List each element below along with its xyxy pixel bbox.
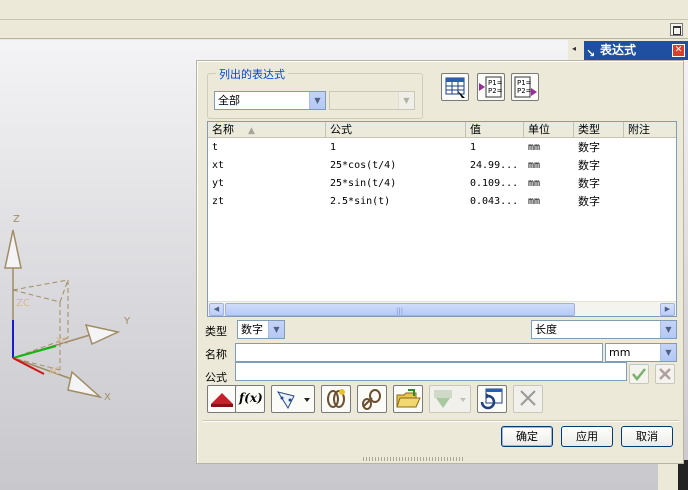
y-axis-arrowhead bbox=[84, 323, 121, 346]
spreadsheet-icon bbox=[445, 77, 465, 98]
column-header-unit[interactable]: 单位 bbox=[524, 122, 574, 137]
resize-grip[interactable] bbox=[363, 457, 463, 461]
formula-input[interactable] bbox=[235, 362, 627, 381]
x-axis-label: X bbox=[104, 392, 111, 403]
sort-ascending-icon: ▲ bbox=[248, 126, 255, 136]
checkmark-icon bbox=[632, 368, 646, 382]
chevron-down-icon: ▼ bbox=[398, 92, 414, 109]
svg-text:P2=: P2= bbox=[488, 87, 503, 95]
import-expressions-button[interactable]: P1= P2= bbox=[477, 73, 505, 101]
open-file-button[interactable] bbox=[393, 385, 423, 413]
scroll-grip-icon: ||| bbox=[396, 307, 404, 315]
create-link-button[interactable] bbox=[321, 385, 351, 413]
edit-link-button[interactable] bbox=[357, 385, 387, 413]
column-header-name[interactable]: 名称 ▲ bbox=[208, 122, 326, 137]
name-input[interactable] bbox=[235, 343, 603, 362]
table-row[interactable]: yt 25*sin(t/4) 0.109... mm 数字 bbox=[208, 175, 676, 193]
xc-axis-label: XC bbox=[48, 366, 61, 377]
expression-dialog: 列出的表达式 全部 ▼ ▼ P1= P2= P1= P2= 名称 ▲ 公式 值 … bbox=[196, 60, 684, 464]
column-header-value[interactable]: 值 bbox=[466, 122, 524, 137]
table-horizontal-scrollbar[interactable]: ◀ ||| ▶ bbox=[208, 301, 676, 316]
import-icon: P1= P2= bbox=[479, 76, 503, 98]
y-axis-label: Y bbox=[123, 316, 131, 327]
reject-x-icon bbox=[659, 368, 671, 380]
list-subfilter-select: ▼ bbox=[329, 91, 415, 110]
name-label: 名称 bbox=[205, 348, 227, 361]
table-header: 名称 ▲ 公式 值 单位 类型 附注 bbox=[208, 122, 676, 138]
dialog-separator bbox=[203, 420, 679, 422]
red-triangle-icon bbox=[211, 393, 233, 407]
chain-icon bbox=[362, 389, 381, 410]
type-select[interactable]: 数字 ▼ bbox=[237, 320, 285, 339]
unit-select-value: mm bbox=[609, 346, 631, 359]
type-label: 类型 bbox=[205, 325, 227, 338]
filter-icon bbox=[434, 390, 466, 408]
table-row[interactable]: zt 2.5*sin(t) 0.043... mm 数字 bbox=[208, 193, 676, 211]
list-filter-select[interactable]: 全部 ▼ bbox=[214, 91, 326, 110]
table-row[interactable]: t 1 1 mm 数字 bbox=[208, 139, 676, 157]
restore-window-button[interactable] bbox=[670, 23, 683, 36]
tab-expression-label: 表达式 bbox=[600, 43, 637, 57]
svg-text:P2=: P2= bbox=[517, 87, 532, 95]
column-header-formula[interactable]: 公式 bbox=[326, 122, 466, 137]
unit-select[interactable]: mm ▼ bbox=[605, 343, 677, 362]
svg-text:P1=: P1= bbox=[517, 79, 532, 87]
navigator-tabs: ◂ ↘ 表达式 ✕ bbox=[568, 40, 688, 60]
x-axis-arrowhead bbox=[67, 370, 103, 399]
menu-bar bbox=[0, 0, 688, 20]
yc-axis-label: YC bbox=[55, 336, 69, 347]
delete-x-icon bbox=[520, 390, 536, 406]
dimension-select[interactable]: 长度 ▼ bbox=[531, 320, 677, 339]
cancel-button[interactable]: 取消 bbox=[621, 426, 673, 447]
xc-axis-line bbox=[12, 357, 45, 375]
svg-text:P1=: P1= bbox=[488, 79, 503, 87]
toolbar-row bbox=[0, 21, 688, 39]
listed-expressions-group: 列出的表达式 全部 ▼ ▼ bbox=[207, 66, 423, 119]
expression-action-toolbar: f(x) bbox=[207, 385, 543, 415]
reject-formula-button[interactable] bbox=[655, 364, 675, 384]
tab-expression[interactable]: ↘ 表达式 ✕ bbox=[584, 41, 688, 60]
function-button[interactable]: f(x) bbox=[235, 385, 265, 413]
accept-formula-button[interactable] bbox=[629, 364, 649, 384]
refresh-expressions-button[interactable] bbox=[477, 385, 507, 413]
export-icon: P1= P2= bbox=[514, 76, 537, 98]
refresh-icon bbox=[480, 388, 503, 410]
expression-table[interactable]: 名称 ▲ 公式 值 单位 类型 附注 t 1 1 mm 数字 xt 25*cos(… bbox=[207, 121, 677, 317]
measure-icon bbox=[276, 391, 310, 410]
formula-label: 公式 bbox=[205, 371, 227, 384]
scroll-left-icon[interactable]: ◀ bbox=[209, 303, 224, 316]
column-header-type[interactable]: 类型 bbox=[574, 122, 624, 137]
z-axis-arrowhead bbox=[4, 229, 22, 269]
scroll-thumb[interactable]: ||| bbox=[225, 303, 575, 316]
yc-axis-line bbox=[12, 345, 57, 359]
chevron-down-icon[interactable]: ▼ bbox=[268, 321, 284, 338]
delete-button bbox=[513, 385, 543, 413]
export-expressions-button[interactable]: P1= P2= bbox=[511, 73, 539, 101]
right-scroll-edge bbox=[678, 460, 688, 490]
folder-icon bbox=[396, 389, 421, 408]
column-header-note[interactable]: 附注 bbox=[624, 122, 676, 137]
spreadsheet-edit-button[interactable] bbox=[441, 73, 469, 101]
zc-axis-label: ZC bbox=[16, 298, 30, 309]
ok-button[interactable]: 确定 bbox=[501, 426, 553, 447]
type-select-value: 数字 bbox=[241, 323, 263, 336]
scroll-right-icon[interactable]: ▶ bbox=[660, 303, 675, 316]
delete-expression-button[interactable] bbox=[207, 385, 237, 413]
list-filter-value: 全部 bbox=[218, 94, 240, 107]
chevron-down-icon[interactable]: ▼ bbox=[660, 321, 676, 338]
listed-expressions-label: 列出的表达式 bbox=[216, 66, 288, 82]
filter-dropdown-button bbox=[429, 385, 471, 413]
fx-icon: f(x) bbox=[239, 391, 263, 405]
apply-button[interactable]: 应用 bbox=[561, 426, 613, 447]
dimension-select-value: 长度 bbox=[535, 323, 557, 336]
chevron-down-icon[interactable]: ▼ bbox=[309, 92, 325, 109]
table-row[interactable]: xt 25*cos(t/4) 24.99... mm 数字 bbox=[208, 157, 676, 175]
close-icon[interactable]: ✕ bbox=[672, 44, 685, 57]
z-axis-label: Z bbox=[13, 214, 20, 225]
link-icon bbox=[327, 389, 345, 408]
measure-dropdown-button[interactable] bbox=[271, 385, 315, 413]
chevron-down-icon[interactable]: ▼ bbox=[660, 344, 676, 361]
tab-scroll-left-icon[interactable]: ◂ bbox=[570, 44, 578, 54]
